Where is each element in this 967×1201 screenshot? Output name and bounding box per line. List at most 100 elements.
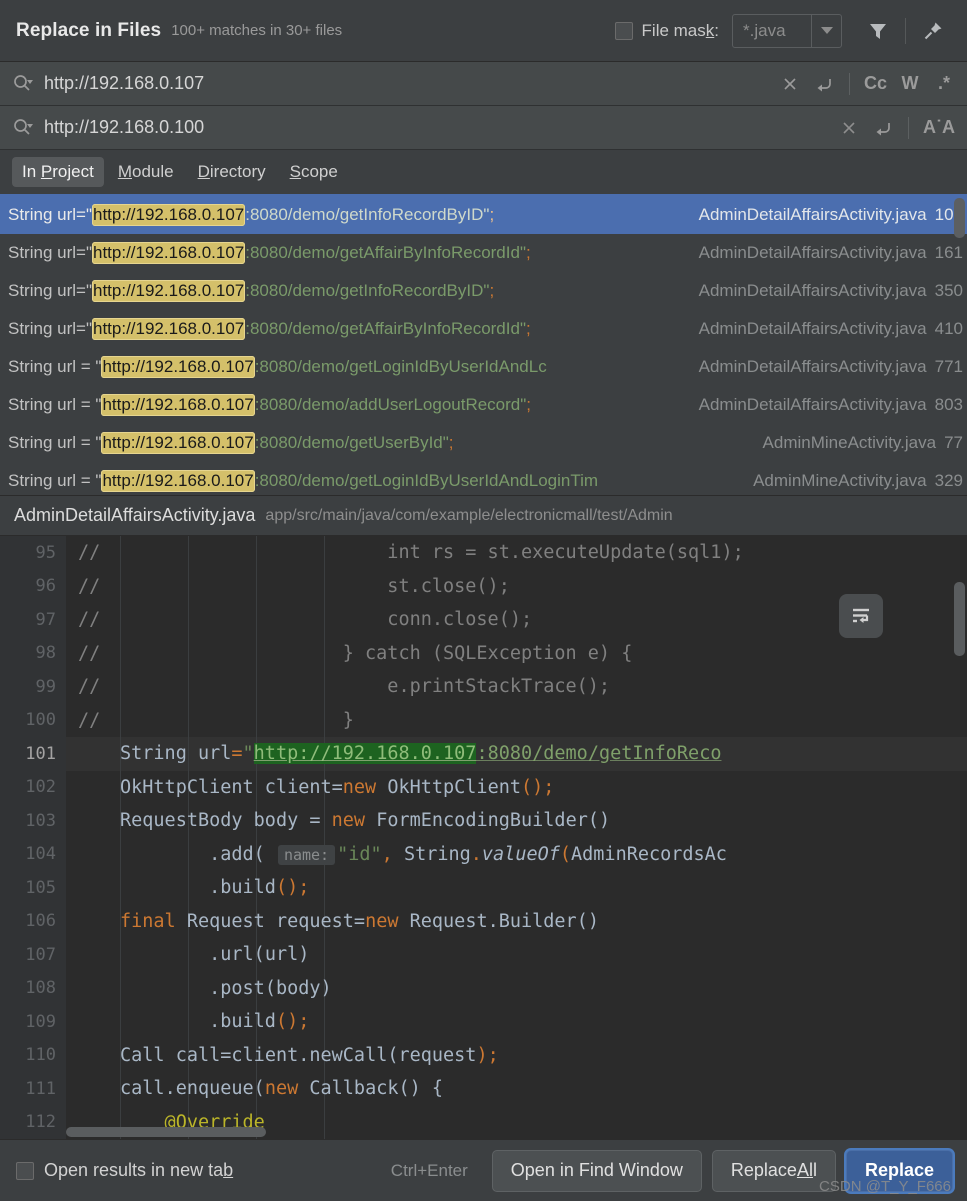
result-location: AdminDetailAffairsActivity.java 161 — [687, 243, 963, 263]
result-location: AdminDetailAffairsActivity.java 350 — [687, 281, 963, 301]
result-filename: AdminDetailAffairsActivity.java — [698, 243, 927, 262]
result-prefix: String url=" — [8, 205, 92, 224]
match-count-status: 100+ matches in 30+ files — [171, 22, 343, 39]
code-line[interactable]: 98 // } catch (SQLException e) { — [0, 636, 967, 670]
replace-button[interactable]: Replace — [845, 1149, 953, 1192]
result-suffix: :8080/demo/getAffairByInfoRecordId" — [245, 319, 526, 338]
code-line[interactable]: 101 String url="http://192.168.0.107:8080… — [0, 737, 967, 771]
regex-icon[interactable]: .* — [929, 69, 959, 99]
result-line-number: 803 — [934, 395, 963, 414]
code-text: .build(); — [120, 1005, 967, 1039]
dialog-footer: Open results in new tab Ctrl+Enter Open … — [0, 1139, 967, 1201]
result-location: AdminDetailAffairsActivity.java 803 — [687, 395, 963, 415]
result-row[interactable]: String url=" http://192.168.0.107:8080/de… — [0, 234, 967, 272]
code-line[interactable]: 95 // int rs = st.executeUpdate(sql1); — [0, 536, 967, 570]
code-tokens: } — [120, 709, 354, 731]
replace-all-button[interactable]: Replace Al l — [711, 1149, 836, 1192]
comment-marker: // — [78, 642, 101, 664]
code-line[interactable]: 96 // st.close(); — [0, 569, 967, 603]
code-line[interactable]: 105 .build(); — [0, 871, 967, 905]
dialog-header: Replace in Files 100+ matches in 30+ fil… — [0, 0, 967, 62]
search-results-list[interactable]: String url=" http://192.168.0.107:8080/de… — [0, 196, 967, 496]
code-line[interactable]: 109 .build(); — [0, 1005, 967, 1039]
code-text: .post(body) — [120, 971, 967, 1005]
editor-horizontal-scrollbar[interactable] — [66, 1127, 266, 1137]
history-icon[interactable] — [809, 69, 839, 99]
code-text: OkHttpClient client=new OkHttpClient(); — [120, 770, 967, 804]
result-prefix: String url = " — [8, 357, 102, 376]
code-line[interactable]: 107 .url(url) — [0, 938, 967, 972]
code-tokens: e.printStackTrace(); — [120, 676, 611, 698]
result-row[interactable]: String url=" http://192.168.0.107:8080/de… — [0, 310, 967, 348]
words-icon[interactable]: W — [895, 69, 925, 99]
result-row[interactable]: String url = " http://192.168.0.107:8080/… — [0, 386, 967, 424]
code-line[interactable]: 108 .post(body) — [0, 971, 967, 1005]
file-mask-dropdown-arrow[interactable] — [811, 14, 841, 47]
file-mask-combobox[interactable]: *.java — [732, 13, 842, 48]
result-row[interactable]: String url = " http://192.168.0.107:8080/… — [0, 424, 967, 462]
line-number: 106 — [0, 904, 66, 938]
replace-clear-icon[interactable] — [834, 113, 864, 143]
results-vertical-scrollbar[interactable] — [954, 198, 965, 238]
replace-field-row[interactable]: http://192.168.0.100 A˙A — [0, 106, 967, 150]
line-number: 104 — [0, 837, 66, 871]
result-prefix: String url = " — [8, 433, 102, 452]
result-prefix: String url = " — [8, 395, 102, 414]
code-line[interactable]: 110 Call call=client.newCall(request); — [0, 1038, 967, 1072]
result-row[interactable]: String url=" http://192.168.0.107:8080/de… — [0, 272, 967, 310]
code-tokens: .build(); — [209, 877, 310, 899]
code-line[interactable]: 104 .add( name: "id", String.valueOf(Admi… — [0, 837, 967, 871]
result-match-highlight: http://192.168.0.107 — [92, 242, 246, 264]
code-preview-editor[interactable]: 95 // int rs = st.executeUpdate(sql1); 96 /… — [0, 536, 967, 1139]
soft-wrap-icon[interactable] — [839, 594, 883, 638]
result-match-highlight: http://192.168.0.107 — [92, 204, 246, 226]
code-tokens: .post(body) — [209, 977, 332, 999]
comment-marker: // — [78, 709, 101, 731]
search-icon[interactable] — [12, 73, 38, 94]
code-line[interactable]: 106 final Request request=new Request.Bui… — [0, 904, 967, 938]
search-input[interactable]: http://192.168.0.107 — [38, 73, 775, 94]
editor-vertical-scrollbar[interactable] — [954, 582, 965, 656]
line-number: 111 — [0, 1072, 66, 1106]
code-line[interactable]: 99 // e.printStackTrace(); — [0, 670, 967, 704]
result-match-highlight: http://192.168.0.107 — [92, 280, 246, 302]
search-field-row[interactable]: http://192.168.0.107 Cc W .* — [0, 62, 967, 106]
tab-module[interactable]: Module — [108, 157, 184, 187]
replace-search-icon[interactable] — [12, 117, 38, 138]
code-line[interactable]: 103 RequestBody body = new FormEncodingBu… — [0, 804, 967, 838]
open-in-find-window-button[interactable]: Open in Find Window — [491, 1149, 702, 1192]
result-row[interactable]: String url=" http://192.168.0.107:8080/de… — [0, 196, 967, 234]
line-number: 96 — [0, 569, 66, 603]
tab-scope[interactable]: Scope — [280, 157, 348, 187]
code-line[interactable]: 102 OkHttpClient client=new OkHttpClient(… — [0, 770, 967, 804]
code-tokens: Call call=client.newCall(request); — [120, 1044, 499, 1066]
pin-icon[interactable] — [913, 11, 953, 51]
code-line[interactable]: 97 // conn.close(); — [0, 603, 967, 637]
code-line[interactable]: 100 // } — [0, 703, 967, 737]
tab-in-project[interactable]: In Project — [12, 157, 104, 187]
result-suffix: :8080/demo/getUserById" — [254, 433, 449, 452]
replace-input[interactable]: http://192.168.0.100 — [38, 117, 834, 138]
preserve-case-icon[interactable]: A˙A — [919, 113, 959, 143]
code-tokens: call.enqueue(new Callback() { — [120, 1078, 444, 1100]
result-terminator: ; — [489, 205, 495, 224]
code-line[interactable]: 111 call.enqueue(new Callback() { — [0, 1072, 967, 1106]
filter-funnel-icon[interactable] — [858, 11, 898, 51]
file-mask-checkbox[interactable] — [614, 21, 633, 40]
result-location: AdminMineActivity.java 77 — [751, 433, 963, 453]
replace-history-icon[interactable] — [868, 113, 898, 143]
clear-icon[interactable] — [775, 69, 805, 99]
open-results-new-tab-checkbox[interactable] — [16, 1161, 34, 1180]
match-case-icon[interactable]: Cc — [860, 69, 891, 99]
line-number: 101 — [0, 737, 66, 771]
replace-actions-divider — [908, 116, 909, 139]
result-location: AdminMineActivity.java 329 — [741, 471, 963, 491]
result-line-number: 161 — [934, 243, 963, 262]
tab-directory[interactable]: Directory — [188, 157, 276, 187]
code-text: int rs = st.executeUpdate(sql1); — [120, 536, 967, 570]
result-row[interactable]: String url = " http://192.168.0.107:8080/… — [0, 348, 967, 386]
result-location: AdminDetailAffairsActivity.java 771 — [687, 357, 963, 377]
result-filename: AdminDetailAffairsActivity.java — [698, 395, 927, 414]
result-row[interactable]: String url = " http://192.168.0.107:8080/… — [0, 462, 967, 495]
line-number: 109 — [0, 1005, 66, 1039]
